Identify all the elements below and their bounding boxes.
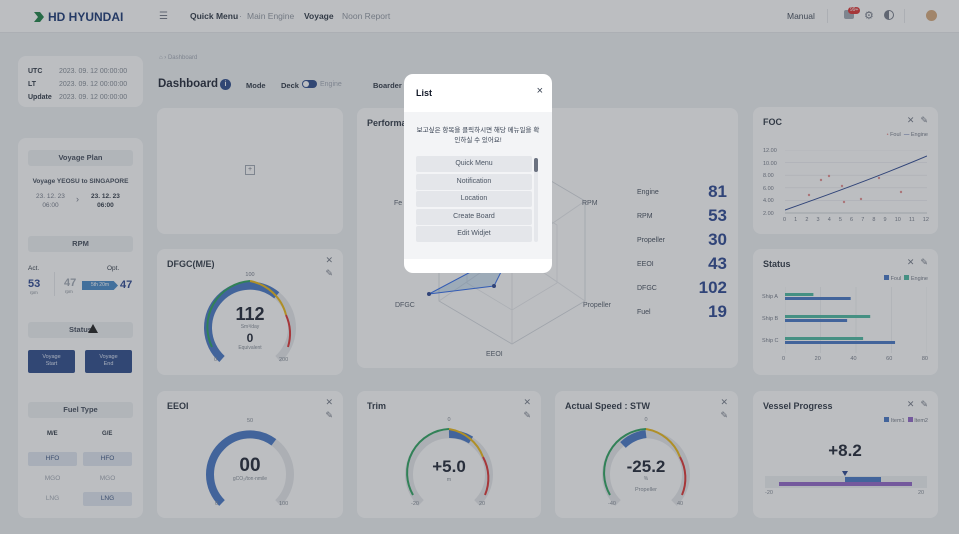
- modal-title: List: [416, 88, 433, 98]
- modal-description: 보고싶은 항목을 클릭하시면 해당 메뉴일을 확인하실 수 있어요!: [416, 127, 540, 144]
- modal-list-item[interactable]: Quick Menu: [416, 156, 532, 172]
- scrollbar[interactable]: [534, 158, 538, 242]
- close-icon[interactable]: ×: [537, 85, 543, 97]
- modal-list-item[interactable]: Location: [416, 191, 532, 207]
- modal-list-item[interactable]: Edit Widjet: [416, 226, 532, 242]
- modal-list-item[interactable]: Notification: [416, 173, 532, 190]
- modal-list-item[interactable]: Create Board: [416, 208, 532, 225]
- list-modal: List × 보고싶은 항목을 클릭하시면 해당 메뉴일을 확인하실 수 있어요…: [404, 74, 552, 273]
- modal-body: 보고싶은 항목을 클릭하시면 해당 메뉴일을 확인하실 수 있어요! Quick…: [404, 112, 552, 259]
- modal-list: Quick Menu Notification Location Create Boa…: [416, 156, 542, 242]
